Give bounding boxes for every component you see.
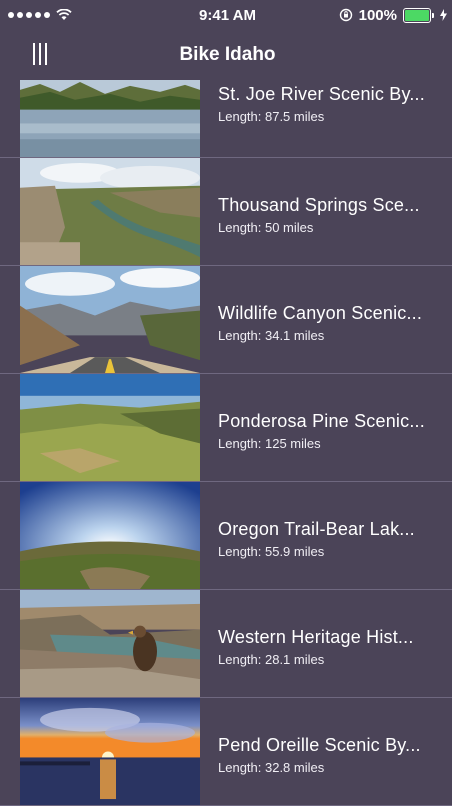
- route-length: Length: 55.9 miles: [218, 544, 325, 559]
- route-length: Length: 87.5 miles: [218, 109, 325, 124]
- route-length: Length: 125 miles: [218, 436, 321, 451]
- route-length: Length: 28.1 miles: [218, 652, 325, 667]
- route-thumbnail-eagle-canyon: [20, 590, 200, 697]
- route-thumbnail-fisheye-valley: [20, 482, 200, 589]
- route-length: Length: 32.8 miles: [218, 760, 325, 775]
- route-row[interactable]: Pend Oreille Scenic By... Length: 32.8 m…: [0, 698, 455, 806]
- status-bar: 9:41 AM 100%: [0, 0, 455, 30]
- route-name: St. Joe River Scenic By...: [218, 84, 425, 104]
- route-row[interactable]: Western Heritage Hist... Length: 28.1 mi…: [0, 590, 455, 698]
- route-thumbnail-pine-hills: [20, 374, 200, 481]
- route-row[interactable]: Ponderosa Pine Scenic... Length: 125 mil…: [0, 374, 455, 482]
- route-row[interactable]: St. Joe River Scenic By... Length: 87.5 …: [0, 80, 455, 158]
- route-row[interactable]: Wildlife Canyon Scenic... Length: 34.1 m…: [0, 266, 455, 374]
- signal-strength-icon: [8, 12, 50, 18]
- route-name: Wildlife Canyon Scenic...: [218, 303, 423, 323]
- route-name: Oregon Trail-Bear Lak...: [218, 519, 415, 539]
- route-name: Ponderosa Pine Scenic...: [218, 411, 425, 431]
- route-length: Length: 50 miles: [218, 220, 314, 235]
- battery-icon: [403, 7, 434, 23]
- orientation-lock-icon: [339, 8, 352, 22]
- route-row[interactable]: Oregon Trail-Bear Lak... Length: 55.9 mi…: [0, 482, 455, 590]
- route-length: Length: 34.1 miles: [218, 328, 325, 343]
- status-left: [8, 9, 72, 21]
- route-thumbnail-river-forest: [20, 80, 200, 157]
- navigation-bar: Bike Idaho: [0, 30, 455, 80]
- route-thumbnail-canyon-river: [20, 158, 200, 265]
- route-thumbnail-mountain-road: [20, 266, 200, 373]
- route-thumbnail-lake-sunset: [20, 698, 200, 805]
- wifi-icon: [56, 9, 72, 20]
- charging-bolt-icon: [440, 9, 447, 21]
- route-list: St. Joe River Scenic By... Length: 87.5 …: [0, 80, 455, 806]
- route-name: Pend Oreille Scenic By...: [218, 735, 421, 755]
- battery-percent: 100%: [358, 6, 397, 24]
- hamburger-menu-icon[interactable]: [30, 43, 50, 65]
- route-row[interactable]: Thousand Springs Sce... Length: 50 miles: [0, 158, 455, 266]
- status-right: 100%: [339, 7, 447, 24]
- page-title: Bike Idaho: [179, 44, 276, 65]
- route-name: Thousand Springs Sce...: [218, 195, 420, 215]
- route-name: Western Heritage Hist...: [218, 627, 414, 647]
